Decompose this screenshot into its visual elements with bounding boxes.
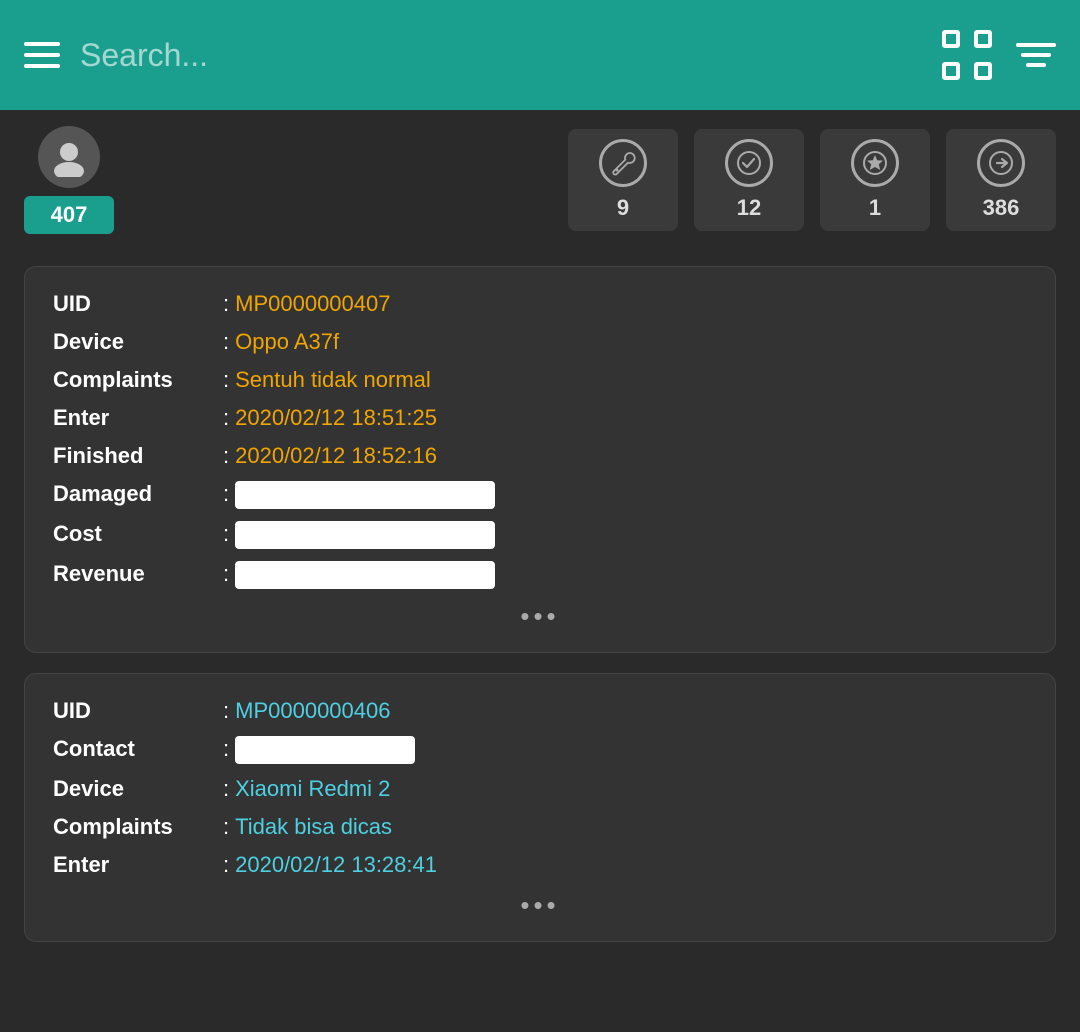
card2-contact-row: Contact : (53, 736, 1027, 764)
stats-bar: 407 9 12 1 (0, 110, 1080, 250)
card-407: UID : MP0000000407 Device : Oppo A37f Co… (24, 266, 1056, 653)
card2-enter-value: 2020/02/12 13:28:41 (235, 852, 437, 878)
card2-complaints-label: Complaints (53, 814, 223, 840)
card-revenue-row: Revenue : (53, 561, 1027, 589)
card-uid-row: UID : MP0000000407 (53, 291, 1027, 317)
card2-uid-value: MP0000000406 (235, 698, 390, 724)
finished-value: 2020/02/12 18:52:16 (235, 443, 437, 469)
card2-complaints-row: Complaints : Tidak bisa dicas (53, 814, 1027, 840)
cost-value (235, 521, 495, 549)
cost-label: Cost (53, 521, 223, 547)
card2-device-label: Device (53, 776, 223, 802)
card2-more-button[interactable]: ••• (53, 890, 1027, 921)
card2-contact-value (235, 736, 415, 764)
cards-container: UID : MP0000000407 Device : Oppo A37f Co… (0, 250, 1080, 958)
stat-done[interactable]: 12 (694, 129, 804, 231)
card-more-button[interactable]: ••• (53, 601, 1027, 632)
card2-complaints-value: Tidak bisa dicas (235, 814, 392, 840)
user-count-badge: 407 (24, 196, 114, 234)
card2-device-row: Device : Xiaomi Redmi 2 (53, 776, 1027, 802)
card-406: UID : MP0000000406 Contact : Device : Xi… (24, 673, 1056, 942)
device-value: Oppo A37f (235, 329, 339, 355)
device-label: Device (53, 329, 223, 355)
avatar-section: 407 (24, 126, 114, 234)
complaints-label: Complaints (53, 367, 223, 393)
star-icon (851, 139, 899, 187)
filter-icon[interactable] (1016, 43, 1056, 67)
card2-contact-label: Contact (53, 736, 223, 762)
wrench-icon (599, 139, 647, 187)
card-damaged-row: Damaged : (53, 481, 1027, 509)
card2-uid-row: UID : MP0000000406 (53, 698, 1027, 724)
arrow-icon (977, 139, 1025, 187)
uid-value: MP0000000407 (235, 291, 390, 317)
card-cost-row: Cost : (53, 521, 1027, 549)
finished-label: Finished (53, 443, 223, 469)
revenue-label: Revenue (53, 561, 223, 587)
stat-forwarded-count: 386 (983, 195, 1020, 221)
scan-icon[interactable] (942, 30, 992, 80)
search-input[interactable] (80, 37, 922, 74)
checkmark-icon (725, 139, 773, 187)
enter-label: Enter (53, 405, 223, 431)
hamburger-icon[interactable] (24, 42, 60, 68)
revenue-value (235, 561, 495, 589)
damaged-label: Damaged (53, 481, 223, 507)
stat-starred[interactable]: 1 (820, 129, 930, 231)
stat-forwarded[interactable]: 386 (946, 129, 1056, 231)
damaged-value (235, 481, 495, 509)
card2-enter-row: Enter : 2020/02/12 13:28:41 (53, 852, 1027, 878)
top-bar (0, 0, 1080, 110)
card-complaints-row: Complaints : Sentuh tidak normal (53, 367, 1027, 393)
card2-device-value: Xiaomi Redmi 2 (235, 776, 390, 802)
avatar-icon[interactable] (38, 126, 100, 188)
card2-enter-label: Enter (53, 852, 223, 878)
stat-in-progress-count: 9 (617, 195, 629, 221)
stat-starred-count: 1 (869, 195, 881, 221)
stat-in-progress[interactable]: 9 (568, 129, 678, 231)
stat-done-count: 12 (737, 195, 761, 221)
card-enter-row: Enter : 2020/02/12 18:51:25 (53, 405, 1027, 431)
top-bar-icons (942, 30, 1056, 80)
enter-value: 2020/02/12 18:51:25 (235, 405, 437, 431)
card-finished-row: Finished : 2020/02/12 18:52:16 (53, 443, 1027, 469)
uid-label: UID (53, 291, 223, 317)
card-device-row: Device : Oppo A37f (53, 329, 1027, 355)
card2-uid-label: UID (53, 698, 223, 724)
complaints-value: Sentuh tidak normal (235, 367, 431, 393)
